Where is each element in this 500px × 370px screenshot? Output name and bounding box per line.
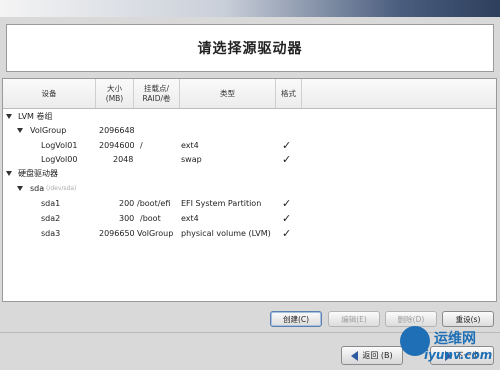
watermark-line2: iyunv.com [424,348,493,362]
create-button[interactable]: 创建(C) [270,311,322,327]
format-check-icon: ✓ [282,212,292,225]
arrow-left-icon [351,350,359,361]
device-name: LogVol00 [41,155,78,164]
device-name: LogVol01 [41,141,78,150]
format-check-icon: ✓ [282,153,292,166]
column-header-device[interactable]: 设备 [3,79,96,108]
device-name: 硬盘驱动器 [18,169,58,178]
device-type: ext4 [181,214,199,223]
device-type: ext4 [181,141,199,150]
device-size: 2096648 [99,126,135,135]
page-header: 请选择源驱动器 [6,24,494,72]
tree-row-logvol01[interactable]: LogVol01 2094600 / ext4 ✓ [3,139,496,153]
tree-row-sda[interactable]: sda (/dev/sda) [3,182,496,196]
expander-triangle-icon[interactable] [17,128,23,133]
device-mount: VolGroup [137,229,174,238]
format-check-icon: ✓ [282,227,292,240]
device-mount: / [140,141,143,150]
back-button-label: 返回 (B) [362,351,393,360]
tree-row-sda3[interactable]: sda3 2096650 VolGroup physical volume (L… [3,227,496,241]
tree-row-sda2[interactable]: sda2 300 /boot ext4 ✓ [3,212,496,226]
tree-row-hard-drives[interactable]: 硬盘驱动器 [3,167,496,181]
device-size: 2094600 [99,141,135,150]
expander-triangle-icon[interactable] [6,171,12,176]
column-header-mount[interactable]: 挂载点/ RAID/卷 [134,79,180,108]
device-name: sda3 [41,229,61,238]
device-name: VolGroup [30,126,67,135]
device-name: sda [30,184,45,193]
device-table: 设备 大小 (MB) 挂载点/ RAID/卷 类型 格式 LVM 卷组 VolG… [2,78,497,302]
tree-row-volgroup[interactable]: VolGroup 2096648 [3,124,496,138]
tree-row-sda1[interactable]: sda1 200 /boot/efi EFI System Partition … [3,197,496,211]
format-check-icon: ✓ [282,197,292,210]
device-size: 2048 [113,155,134,164]
device-type: swap [181,155,202,164]
watermark: 运维网 iyunv.com [400,322,500,370]
device-name: sda2 [41,214,61,223]
device-size: 300 [119,214,135,223]
back-button[interactable]: 返回 (B) [341,346,403,365]
device-size: 2096650 [99,229,135,238]
device-type: EFI System Partition [181,199,262,208]
top-banner [0,0,500,17]
device-type: physical volume (LVM) [181,229,271,238]
tree-row-logvol00[interactable]: LogVol00 2048 swap ✓ [3,153,496,167]
table-header: 设备 大小 (MB) 挂载点/ RAID/卷 类型 格式 [3,79,496,109]
tree-row-lvm[interactable]: LVM 卷组 [3,110,496,124]
device-mount: /boot/efi [137,199,171,208]
edit-button[interactable]: 编辑(E) [328,311,380,327]
column-header-size[interactable]: 大小 (MB) [96,79,134,108]
page-title: 请选择源驱动器 [197,41,303,57]
device-size: 200 [119,199,135,208]
watermark-line1: 运维网 [434,331,476,347]
column-header-type[interactable]: 类型 [180,79,276,108]
format-check-icon: ✓ [282,139,292,152]
device-name: LVM 卷组 [18,112,53,121]
column-header-format[interactable]: 格式 [276,79,302,108]
device-mount: /boot [140,214,161,223]
expander-triangle-icon[interactable] [6,114,12,119]
device-path: (/dev/sda) [46,185,77,192]
expander-triangle-icon[interactable] [17,186,23,191]
device-name: sda1 [41,199,61,208]
